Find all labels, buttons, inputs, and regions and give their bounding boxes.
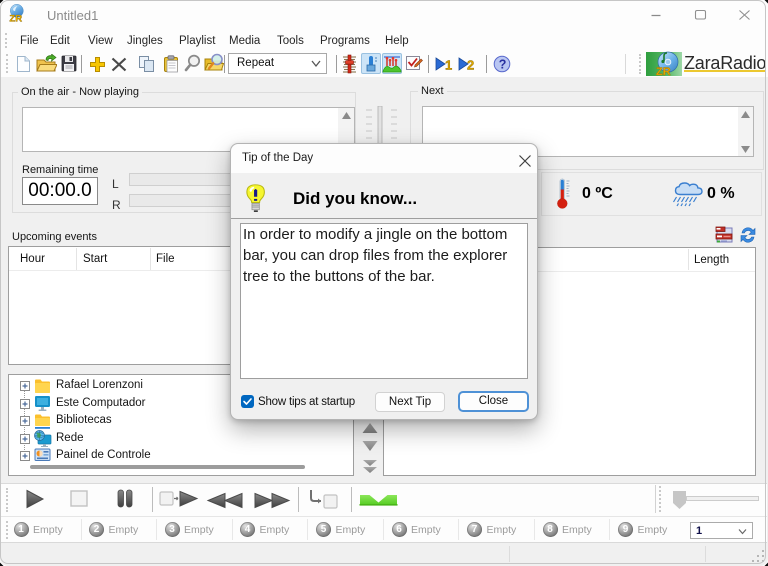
svg-text:ZR: ZR (656, 66, 671, 77)
svg-text:ZR: ZR (9, 14, 22, 24)
svg-text:1: 1 (445, 58, 452, 72)
svg-text:2: 2 (467, 58, 474, 72)
svg-text:?: ? (499, 58, 507, 72)
